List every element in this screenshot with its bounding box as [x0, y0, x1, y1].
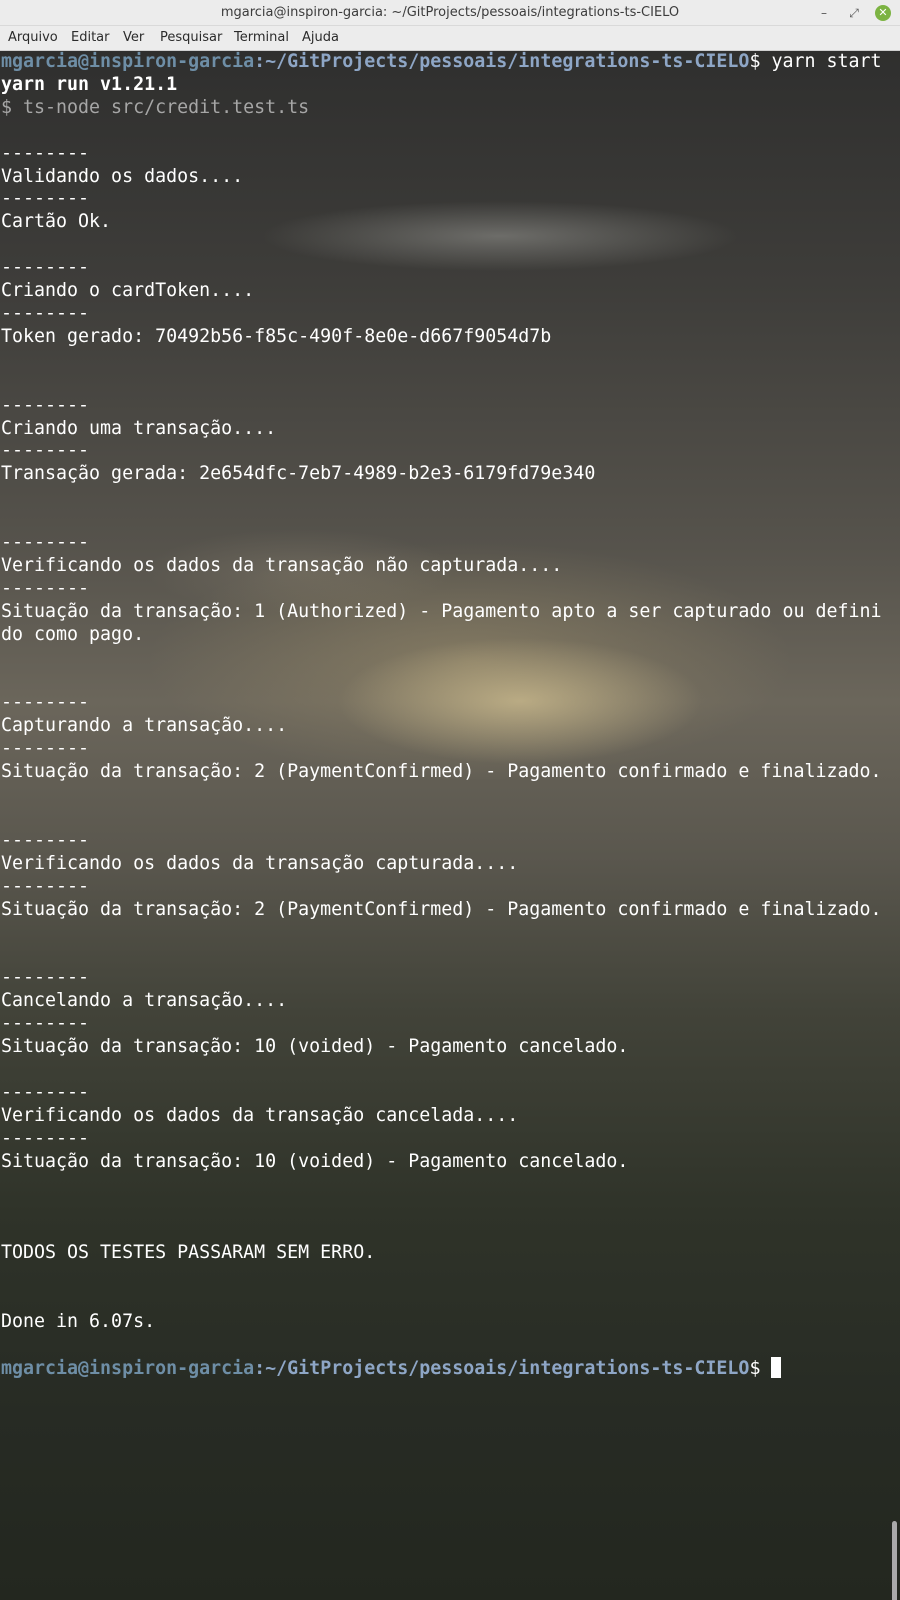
output-line: --------	[1, 577, 90, 599]
output-line: Done in 6.07s.	[1, 1310, 156, 1332]
output-line: Capturando a transação....	[1, 715, 288, 737]
output-line: --------	[1, 188, 90, 210]
menu-bar: Arquivo Editar Ver Pesquisar Terminal Aj…	[0, 26, 900, 51]
output-line: --------	[1, 142, 90, 164]
menu-ajuda[interactable]: Ajuda	[302, 30, 339, 45]
window-title: mgarcia@inspiron-garcia: ~/GitProjects/p…	[220, 5, 680, 20]
output-line: Cartão Ok.	[1, 211, 112, 233]
output-line: --------	[1, 257, 90, 279]
menu-ver[interactable]: Ver	[123, 30, 144, 45]
output-line: --------	[1, 692, 90, 714]
output-line: Situação da transação: 2 (PaymentConfirm…	[1, 898, 882, 920]
output-line: TODOS OS TESTES PASSARAM SEM ERRO.	[1, 1242, 376, 1264]
title-bar[interactable]: mgarcia@inspiron-garcia: ~/GitProjects/p…	[0, 0, 900, 26]
terminal-area[interactable]: mgarcia@inspiron-garcia:~/GitProjects/pe…	[0, 51, 900, 1600]
final-prompt-symbol: $	[749, 1357, 772, 1379]
output-line: --------	[1, 1127, 90, 1149]
minimize-button[interactable]: –	[815, 4, 833, 22]
output-line: --------	[1, 829, 90, 851]
prompt-symbol: $	[749, 51, 772, 72]
output-line: --------	[1, 394, 90, 416]
final-prompt-user-host: mgarcia@inspiron-garcia	[1, 1357, 255, 1379]
final-prompt-path: :~/GitProjects/pessoais/integrations-ts-…	[254, 1357, 750, 1379]
output-line: --------	[1, 532, 90, 554]
output-line: Criando o cardToken....	[1, 280, 255, 302]
output-line: --------	[1, 967, 90, 989]
menu-terminal[interactable]: Terminal	[234, 30, 289, 45]
output-line: Situação da transação: 10 (voided) - Pag…	[1, 1150, 629, 1172]
output-line: Verificando os dados da transação captur…	[1, 852, 519, 874]
prompt-path: :~/GitProjects/pessoais/integrations-ts-…	[254, 51, 750, 72]
text-cursor	[771, 1356, 782, 1378]
output-line: Criando uma transação....	[1, 417, 277, 439]
output-line: --------	[1, 440, 90, 462]
output-line: --------	[1, 738, 90, 760]
output-line: Situação da transação: 10 (voided) - Pag…	[1, 1035, 629, 1057]
output-line: --------	[1, 875, 90, 897]
terminal-text: mgarcia@inspiron-garcia:~/GitProjects/pe…	[1, 51, 882, 1381]
menu-pesquisar[interactable]: Pesquisar	[160, 30, 222, 45]
terminal-window: mgarcia@inspiron-garcia: ~/GitProjects/p…	[0, 0, 900, 1600]
maximize-button[interactable]: ⤢	[845, 4, 863, 22]
output-line: --------	[1, 1081, 90, 1103]
scrollbar-thumb[interactable]	[892, 1521, 897, 1600]
menu-arquivo[interactable]: Arquivo	[8, 30, 58, 45]
output-line: --------	[1, 302, 90, 324]
close-button[interactable]: ✕	[875, 5, 891, 21]
output-line: Verificando os dados da transação cancel…	[1, 1104, 519, 1126]
output-line: --------	[1, 1013, 90, 1035]
output-line: Situação da transação: 1 (Authorized) - …	[1, 600, 882, 622]
output-block: -------- Validando os dados.... --------…	[1, 143, 882, 1332]
output-line: Situação da transação: 2 (PaymentConfirm…	[1, 761, 882, 783]
command-text: yarn start	[771, 51, 882, 72]
output-line: Transação gerada: 2e654dfc-7eb7-4989-b2e…	[1, 463, 596, 485]
output-line: Verificando os dados da transação não ca…	[1, 554, 563, 576]
output-line: Cancelando a transação....	[1, 990, 288, 1012]
final-prompt-line: mgarcia@inspiron-garcia:~/GitProjects/pe…	[1, 1356, 782, 1379]
menu-editar[interactable]: Editar	[71, 30, 110, 45]
prompt-user-host: mgarcia@inspiron-garcia	[1, 51, 255, 72]
script-line: $ ts-node src/credit.test.ts	[1, 96, 310, 118]
output-line: Token gerado: 70492b56-f85c-490f-8e0e-d6…	[1, 325, 552, 347]
prompt-line: mgarcia@inspiron-garcia:~/GitProjects/pe…	[1, 51, 882, 72]
yarn-version-line: yarn run v1.21.1	[1, 73, 178, 95]
output-line: Validando os dados....	[1, 165, 244, 187]
output-line: do como pago.	[1, 623, 145, 645]
